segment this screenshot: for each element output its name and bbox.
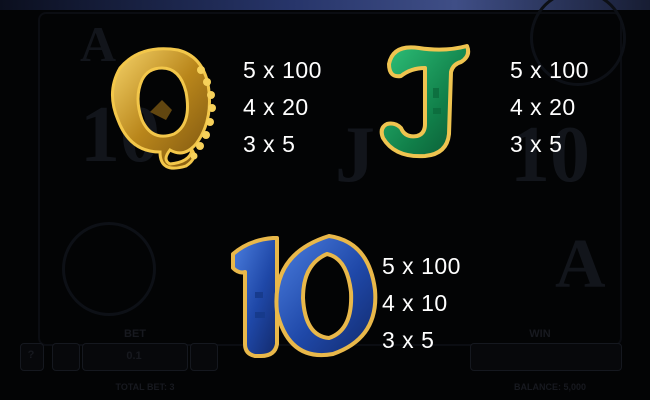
bet-increase-button[interactable]	[190, 343, 218, 371]
bet-decrease-button[interactable]	[52, 343, 80, 371]
q-symbol-icon	[111, 47, 216, 170]
ten-payout-row: 3 x 5	[382, 327, 435, 353]
q-payout-row: 3 x 5	[243, 131, 296, 157]
bet-value: 0.1	[126, 350, 142, 362]
ten-payout-row: 4 x 10	[382, 290, 448, 316]
win-field	[470, 343, 622, 371]
background-a-symbol: A	[555, 226, 606, 303]
background-j-symbol: J	[335, 111, 375, 199]
bet-label: BET	[124, 328, 146, 340]
q-payout-row: 5 x 100	[243, 57, 322, 83]
background-scarab-symbol	[62, 222, 156, 316]
q-payout-row: 4 x 20	[243, 94, 309, 120]
ten-payout-row: 5 x 100	[382, 253, 461, 279]
j-paytable: 5 x 100 4 x 20 3 x 5	[510, 52, 589, 163]
help-label: ?	[27, 349, 35, 361]
j-payout-row: 4 x 20	[510, 94, 576, 120]
win-label: WIN	[529, 328, 551, 340]
ten-paytable: 5 x 100 4 x 10 3 x 5	[382, 248, 461, 359]
j-payout-row: 5 x 100	[510, 57, 589, 83]
balance-label: BALANCE: 5,000	[513, 382, 587, 392]
j-symbol-icon	[379, 44, 471, 159]
j-payout-row: 3 x 5	[510, 131, 563, 157]
ten-symbol-icon	[231, 234, 378, 358]
total-bet-label: TOTAL BET: 3	[115, 382, 175, 392]
q-paytable: 5 x 100 4 x 20 3 x 5	[243, 52, 322, 163]
